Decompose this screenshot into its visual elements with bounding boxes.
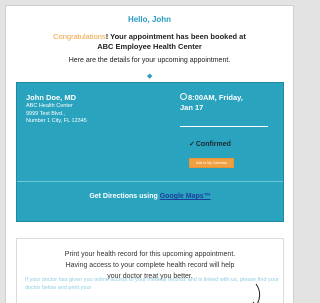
time-separator [180,126,268,127]
directions-prefix: Get Directions using [89,193,160,200]
status-text: Confirmed [195,141,231,148]
divider-dot: ◆ [147,73,153,80]
doctor-block: John Doe, MD ABC Health Center 9999 Test… [26,93,141,126]
add-to-calendar-button[interactable]: Add to My Calendar [189,158,234,168]
booked-text: ! Your appointment has been booked at [105,32,246,41]
center-name: ABC Employee Health Center [97,42,202,51]
panel-divider [17,181,283,182]
address-line-3: Number 1 City, FL 12345 [26,118,87,124]
booking-message: Congratulations! Your appointment has be… [6,32,293,52]
doctor-name: John Doe, MD [26,93,76,102]
clock-icon [180,93,187,100]
greeting-heading: Hello, John [127,15,172,24]
record-line-1: Print your health record for this upcomi… [64,251,236,258]
google-maps-link[interactable]: Google Maps™ [160,193,211,200]
date-text: Jan 17 [180,103,204,112]
appointment-panel: John Doe, MD ABC Health Center 9999 Test… [16,82,284,222]
address-line-1: ABC Health Center [26,103,73,109]
check-icon: ✓ [189,141,195,148]
time-text: 8:00AM, Friday, [188,93,243,102]
congrats-word: Congratulations [53,32,106,41]
email-card: Hello, John Congratulations! Your appoin… [5,5,294,303]
details-intro: Here are the details for your upcoming a… [68,57,231,64]
online-access-text: If your doctor has given you online acce… [25,277,279,291]
address-line-2: 9999 Test Blvd., [26,110,66,117]
directions-line: Get Directions using Google Maps™ [17,193,283,200]
appointment-time: 8:00AM, Friday, Jan 17 [180,93,275,113]
health-record-box: Print your health record for this upcomi… [16,238,284,303]
record-line-2: Having access to your complete health re… [65,262,235,269]
status-badge: ✓Confirmed [189,140,231,148]
